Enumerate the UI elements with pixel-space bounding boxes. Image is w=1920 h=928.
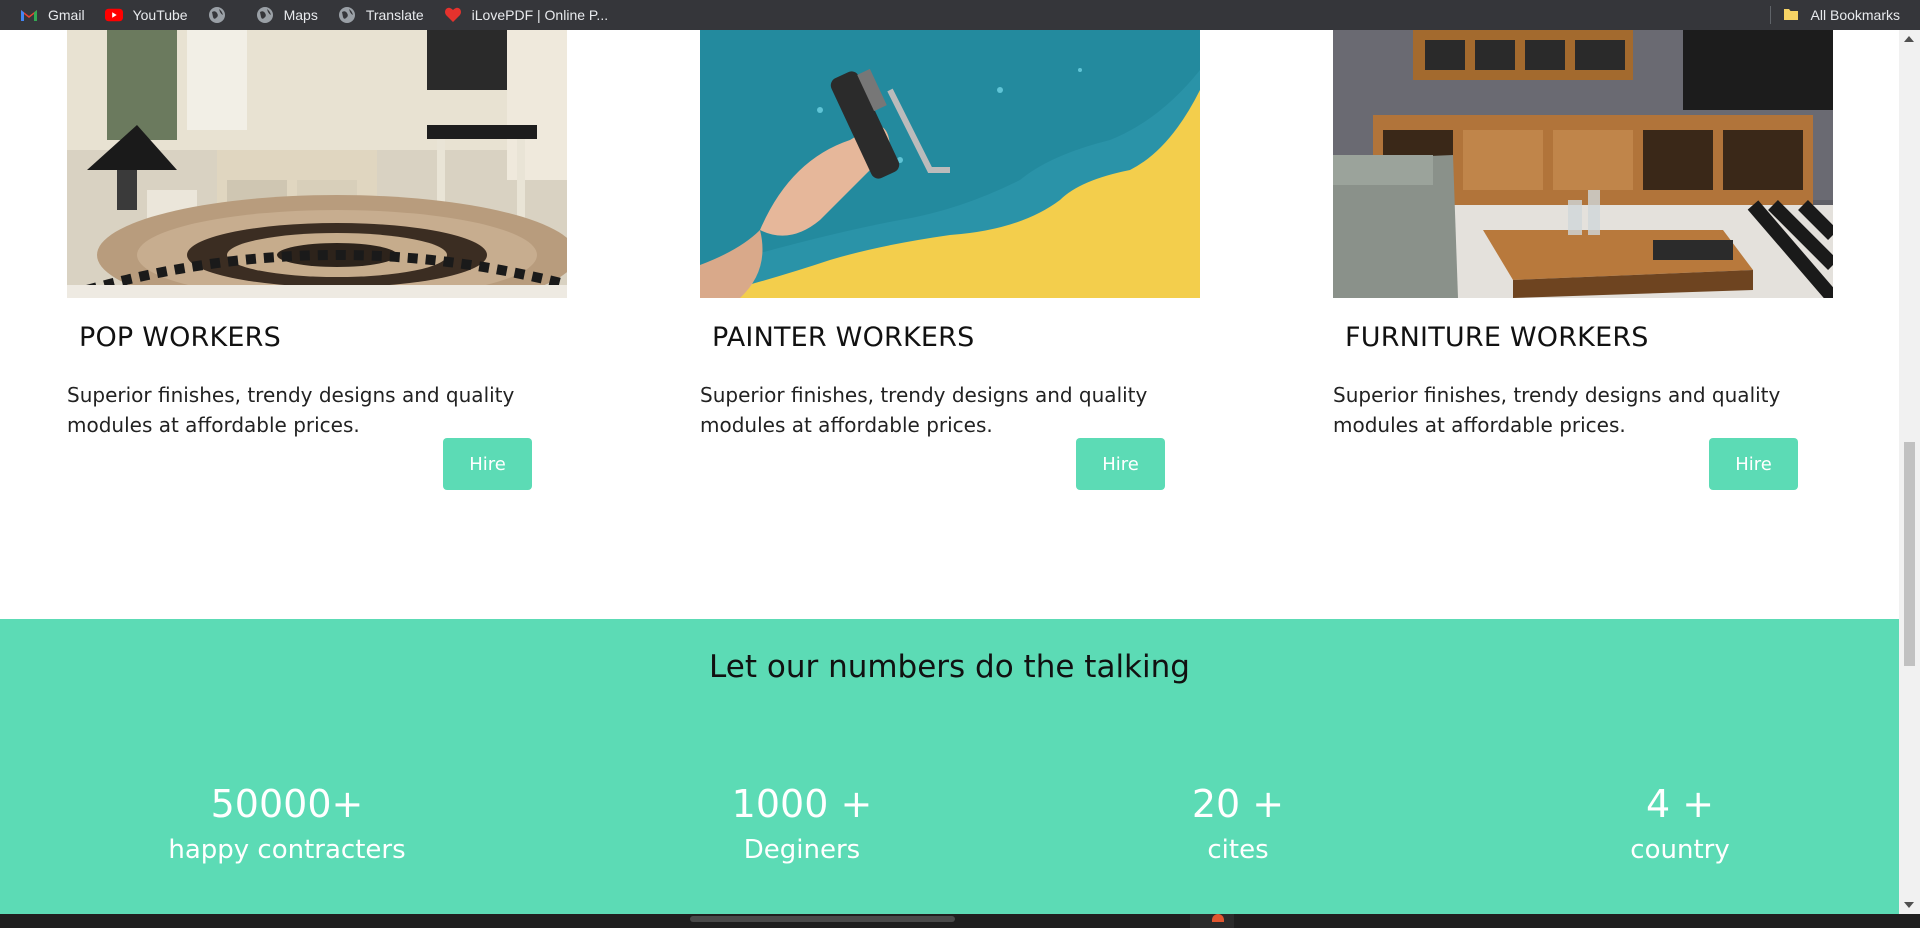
bookmark-label: Translate	[365, 7, 424, 23]
folder-icon	[1783, 6, 1801, 24]
globe-icon	[208, 6, 226, 24]
hire-button[interactable]: Hire	[443, 438, 532, 490]
scroll-thumb[interactable]	[1904, 442, 1915, 666]
stat-happy-contracters: 50000+ happy contracters	[167, 781, 407, 873]
stat-deginers: 1000 + Deginers	[717, 781, 887, 873]
gmail-icon	[20, 6, 38, 24]
all-bookmarks-label: All Bookmarks	[1810, 7, 1900, 23]
taskbar-search[interactable]	[690, 916, 955, 922]
stat-number: 1000 +	[731, 782, 873, 826]
stats-title: Let our numbers do the talking	[709, 649, 1190, 685]
bookmark-translate[interactable]: Translate	[328, 0, 434, 30]
furniture-workers-image	[1333, 30, 1833, 298]
page-content: POP WORKERS Superior finishes, trendy de…	[0, 30, 1899, 914]
bookmark-globe[interactable]	[198, 0, 246, 30]
card-description: Superior finishes, trendy designs and qu…	[67, 383, 515, 437]
stat-number: 4 +	[1645, 782, 1715, 826]
bookmark-youtube[interactable]: YouTube	[95, 0, 198, 30]
stat-country: 4 + country	[1615, 781, 1745, 873]
stat-number: 50000+	[210, 782, 364, 826]
stat-label: happy contracters	[168, 835, 406, 865]
hire-button[interactable]: Hire	[1709, 438, 1798, 490]
stats-section: Let our numbers do the talking 50000+ ha…	[0, 619, 1899, 914]
taskbar	[0, 914, 1920, 928]
bookmark-maps[interactable]: Maps	[246, 0, 328, 30]
ilovepdf-icon	[444, 6, 462, 24]
hire-button[interactable]: Hire	[1076, 438, 1165, 490]
scroll-down-arrow-icon[interactable]	[1904, 902, 1914, 908]
bookmarks-bar: Gmail YouTube Maps Translate iLovePDF | …	[0, 0, 1920, 30]
card-title: PAINTER WORKERS	[712, 322, 975, 353]
bookmark-label: YouTube	[132, 7, 188, 23]
bookmark-ilovepdf[interactable]: iLovePDF | Online P...	[434, 0, 618, 30]
bookmark-label: Gmail	[48, 7, 85, 23]
bookmark-label: iLovePDF | Online P...	[471, 7, 609, 23]
stat-cites: 20 + cites	[1173, 781, 1303, 873]
bookmark-gmail[interactable]: Gmail	[10, 0, 95, 30]
painter-workers-image	[700, 30, 1200, 298]
divider	[1769, 6, 1771, 24]
bookmark-label: Maps	[283, 7, 318, 23]
page-scrollbar[interactable]	[1899, 30, 1920, 914]
stat-label: Deginers	[743, 835, 861, 865]
card-description: Superior finishes, trendy designs and qu…	[1333, 383, 1781, 437]
globe-icon	[338, 6, 356, 24]
stat-number: 20 +	[1191, 782, 1285, 826]
youtube-icon	[104, 6, 123, 24]
globe-icon	[256, 6, 274, 24]
card-description: Superior finishes, trendy designs and qu…	[700, 383, 1148, 437]
scroll-up-arrow-icon[interactable]	[1904, 36, 1914, 42]
taskbar-app-icon[interactable]	[1190, 914, 1234, 928]
stat-label: country	[1630, 835, 1730, 865]
card-title: POP WORKERS	[79, 322, 281, 353]
stat-label: cites	[1207, 835, 1269, 865]
card-title: FURNITURE WORKERS	[1345, 322, 1649, 353]
pop-workers-image	[67, 30, 567, 298]
all-bookmarks[interactable]: All Bookmarks	[1769, 0, 1900, 30]
